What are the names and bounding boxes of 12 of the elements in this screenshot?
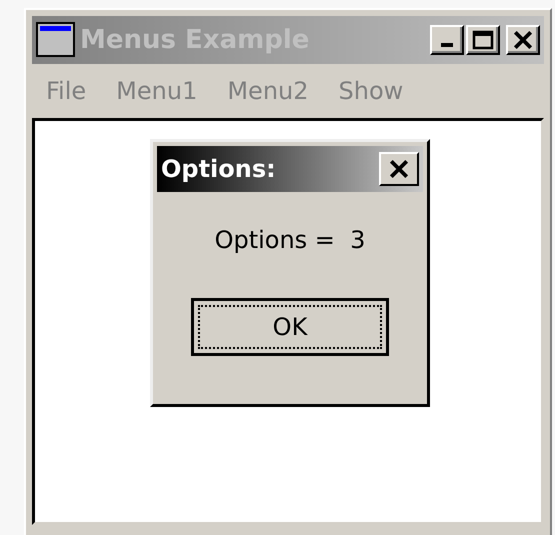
close-button[interactable] — [506, 25, 540, 55]
ok-button[interactable]: OK — [191, 298, 389, 356]
maximize-button[interactable] — [466, 25, 500, 55]
window-icon — [36, 22, 76, 58]
minimize-icon — [441, 43, 453, 47]
close-icon — [512, 29, 534, 51]
close-icon — [388, 158, 410, 180]
maximize-icon — [472, 30, 494, 50]
options-message: Options = 3 — [214, 225, 366, 256]
close-button[interactable] — [379, 152, 419, 186]
minimize-button[interactable] — [430, 25, 464, 55]
dialog-title: Options: — [161, 154, 276, 185]
